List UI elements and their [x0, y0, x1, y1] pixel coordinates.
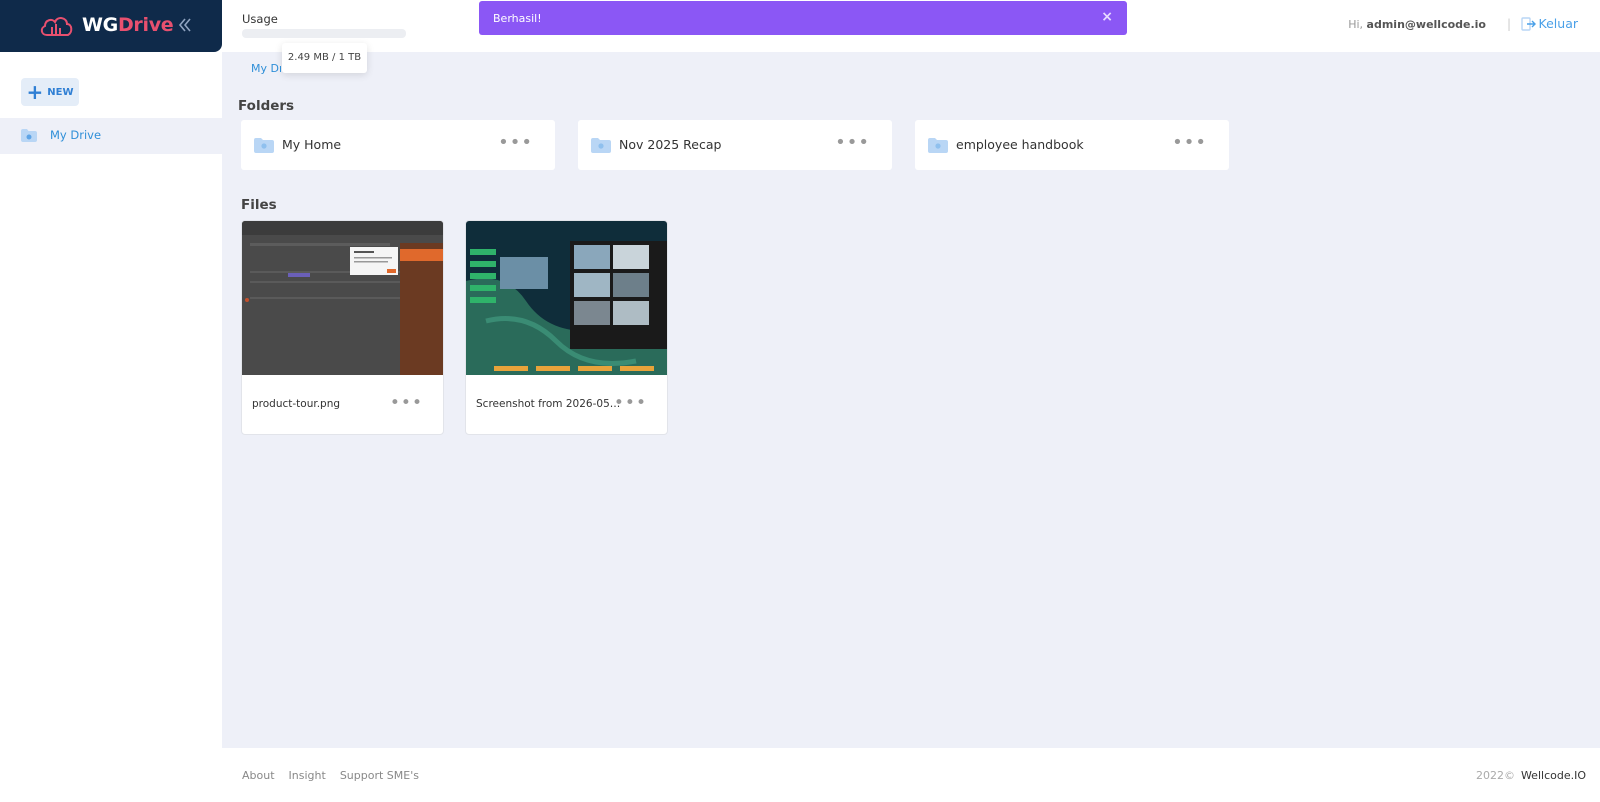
file-thumbnail: [466, 221, 667, 375]
breadcrumb[interactable]: My Drive: [251, 62, 281, 75]
folder-icon: [254, 138, 274, 153]
usage-label: Usage: [242, 12, 278, 26]
logout-icon: [1520, 16, 1536, 31]
topbar-divider: |: [1506, 17, 1511, 31]
logout-label: Keluar: [1538, 16, 1578, 31]
folder-name: My Home: [282, 137, 342, 152]
file-name: product-tour.png: [252, 398, 341, 410]
files-title: Files: [241, 197, 277, 213]
collapse-sidebar-button[interactable]: [174, 14, 196, 36]
brand-name-accent: Drive: [117, 14, 174, 36]
folder-card[interactable]: employee handbook •••: [915, 120, 1229, 170]
file-card[interactable]: product-tour.png •••: [241, 220, 444, 435]
more-options-icon[interactable]: •••: [614, 393, 647, 413]
sidebar-item-my-drive[interactable]: My Drive: [0, 118, 222, 154]
user-greeting: Hi, admin@wellcode.io: [1348, 18, 1486, 31]
footer-link-support[interactable]: Support SME's: [340, 769, 419, 782]
more-options-icon[interactable]: •••: [390, 393, 423, 413]
file-thumbnail: [242, 221, 443, 375]
greeting-prefix: Hi,: [1348, 18, 1364, 31]
toast-message: Berhasil!: [493, 12, 542, 25]
usage-bar[interactable]: [242, 29, 406, 38]
more-options-icon[interactable]: •••: [1172, 132, 1207, 153]
footer-link-insight[interactable]: Insight: [289, 769, 326, 782]
footer-links: About Insight Support SME's: [242, 769, 419, 782]
file-name: Screenshot from 2026-05-1...: [476, 398, 621, 410]
brand-name-main: WG: [82, 14, 118, 36]
footer: About Insight Support SME's 2022© Wellcod…: [222, 748, 1600, 802]
brand-header: WGDrive: [0, 0, 222, 52]
brand-name: WGDrive: [82, 14, 174, 36]
sidebar: WGDrive + NEW My Drive: [0, 0, 222, 802]
plus-icon: +: [26, 80, 44, 104]
usage-tooltip: 2.49 MB / 1 TB: [282, 43, 367, 73]
toast-close-icon[interactable]: ×: [1101, 9, 1113, 25]
footer-copyright: 2022© Wellcode.IO: [1476, 769, 1586, 782]
cloud-logo-icon: [40, 17, 73, 36]
double-chevron-left-icon: [178, 18, 191, 32]
folder-name: employee handbook: [956, 137, 1084, 152]
folder-card[interactable]: Nov 2025 Recap •••: [578, 120, 892, 170]
more-options-icon[interactable]: •••: [835, 132, 870, 153]
copyright-year: 2022©: [1475, 769, 1515, 782]
company-name: Wellcode.IO: [1520, 769, 1586, 782]
user-email: admin@wellcode.io: [1366, 18, 1486, 31]
folder-icon: [928, 138, 948, 153]
success-toast: Berhasil! ×: [479, 1, 1127, 35]
new-button[interactable]: + NEW: [21, 78, 79, 106]
new-button-label: NEW: [47, 86, 74, 98]
file-card[interactable]: Screenshot from 2026-05-1... •••: [465, 220, 668, 435]
more-options-icon[interactable]: •••: [498, 132, 533, 153]
usage-tooltip-text: 2.49 MB / 1 TB: [287, 52, 362, 63]
folder-card[interactable]: My Home •••: [241, 120, 555, 170]
sidebar-item-label: My Drive: [50, 128, 102, 142]
footer-link-about[interactable]: About: [242, 769, 275, 782]
folders-title: Folders: [238, 98, 295, 114]
folder-icon: [591, 138, 611, 153]
folder-name: Nov 2025 Recap: [619, 137, 722, 152]
drive-folder-icon: [21, 129, 37, 142]
logout-button[interactable]: Keluar: [1520, 16, 1578, 31]
